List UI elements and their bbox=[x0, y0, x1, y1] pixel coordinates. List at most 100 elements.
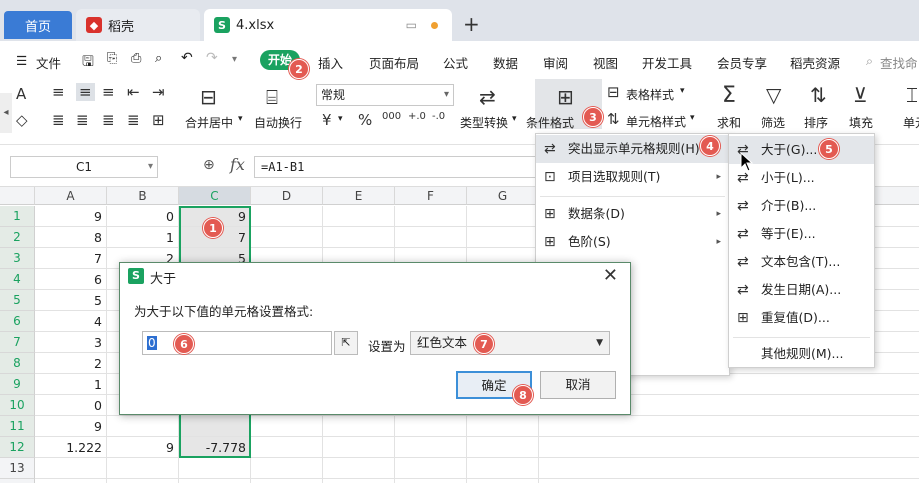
print-icon[interactable]: ⎙ bbox=[131, 51, 141, 66]
redo-icon[interactable]: ↷ bbox=[206, 50, 218, 66]
cell-b14[interactable] bbox=[107, 479, 179, 483]
row-header[interactable]: 11 bbox=[0, 416, 35, 437]
cell-a4[interactable]: 6 bbox=[35, 269, 107, 290]
row-header[interactable]: 5 bbox=[0, 290, 35, 311]
cell-f14[interactable] bbox=[395, 479, 467, 483]
merge-center-icon[interactable]: ⊟ bbox=[200, 85, 217, 109]
table-style-dropdown-icon[interactable]: ▾ bbox=[680, 86, 685, 96]
search-icon[interactable]: ⌕ bbox=[866, 53, 873, 69]
row-header[interactable]: 12 bbox=[0, 437, 35, 458]
cell-b1[interactable]: 0 bbox=[107, 206, 179, 227]
cell-d14[interactable] bbox=[251, 479, 323, 483]
save-icon[interactable]: 🖫 bbox=[82, 51, 94, 75]
menu-date-occurring[interactable]: ⇄ 发生日期(A)... bbox=[729, 276, 874, 304]
cell-f13[interactable] bbox=[395, 458, 467, 479]
sort-icon[interactable]: ⇅ bbox=[810, 83, 827, 107]
menu-top-rules[interactable]: ⊡ 项目选取规则(T) ▸ bbox=[536, 163, 729, 191]
justify-icon[interactable]: ≣ bbox=[127, 111, 140, 129]
cell-a6[interactable]: 4 bbox=[35, 311, 107, 332]
menu-member[interactable]: 会员专享 bbox=[717, 53, 767, 72]
currency-dropdown-icon[interactable]: ▾ bbox=[338, 114, 343, 124]
cell-c11[interactable] bbox=[179, 416, 251, 437]
cell-g11[interactable] bbox=[467, 416, 539, 437]
column-header-e[interactable]: E bbox=[323, 187, 395, 205]
column-header-a[interactable]: A bbox=[35, 187, 107, 205]
cell-a1[interactable]: 9 bbox=[35, 206, 107, 227]
row-header[interactable]: 9 bbox=[0, 374, 35, 395]
menu-text-contains[interactable]: ⇄ 文本包含(T)... bbox=[729, 248, 874, 276]
merge-center-button[interactable]: 合并居中 bbox=[185, 114, 233, 131]
cell-c12[interactable]: -7.778 bbox=[179, 437, 251, 458]
thousands-icon[interactable]: 000 bbox=[382, 111, 401, 122]
cell-g2[interactable] bbox=[467, 227, 539, 248]
single-cell-icon[interactable]: ⌶ bbox=[906, 83, 918, 107]
column-header-g[interactable]: G bbox=[467, 187, 539, 205]
menu-page-layout[interactable]: 页面布局 bbox=[369, 53, 419, 72]
merge-dropdown-icon[interactable]: ▾ bbox=[238, 114, 243, 124]
column-header-f[interactable]: F bbox=[395, 187, 467, 205]
cell-a7[interactable]: 3 bbox=[35, 332, 107, 353]
menu-data-bar[interactable]: ⊞ 数据条(D) ▸ bbox=[536, 200, 729, 228]
sort-button[interactable]: 排序 bbox=[804, 114, 828, 131]
align-center-icon[interactable]: ≣ bbox=[76, 111, 89, 129]
number-format-select[interactable]: 常规 bbox=[316, 84, 454, 106]
cell-a11[interactable]: 9 bbox=[35, 416, 107, 437]
row-header[interactable]: 3 bbox=[0, 248, 35, 269]
menu-data[interactable]: 数据 bbox=[493, 53, 518, 72]
single-cell-button[interactable]: 单元 bbox=[903, 114, 919, 131]
cell-g14[interactable] bbox=[467, 479, 539, 483]
row-header[interactable]: 7 bbox=[0, 332, 35, 353]
row-header[interactable]: 6 bbox=[0, 311, 35, 332]
cancel-button[interactable]: 取消 bbox=[540, 371, 616, 399]
name-box[interactable]: C1 bbox=[10, 156, 158, 178]
increase-decimal-icon[interactable]: +.0 bbox=[408, 111, 426, 122]
wrap-text-button[interactable]: 自动换行 bbox=[254, 114, 302, 131]
cell-a5[interactable]: 5 bbox=[35, 290, 107, 311]
indent-decrease-icon[interactable]: ⇤ bbox=[127, 83, 140, 101]
type-convert-icon[interactable]: ⇄ bbox=[479, 85, 496, 109]
cell-b11[interactable] bbox=[107, 416, 179, 437]
menu-insert[interactable]: 插入 bbox=[318, 53, 343, 72]
wrap-text-icon[interactable]: ⌸ bbox=[266, 85, 278, 109]
cell-f12[interactable] bbox=[395, 437, 467, 458]
filter-button[interactable]: 筛选 bbox=[761, 114, 785, 131]
undo-icon[interactable]: ↶ bbox=[181, 50, 193, 66]
cell-f1[interactable] bbox=[395, 206, 467, 227]
align-right-icon[interactable]: ≣ bbox=[102, 111, 115, 129]
menu-developer[interactable]: 开发工具 bbox=[642, 53, 692, 72]
tab-home[interactable]: 首页 bbox=[4, 11, 72, 39]
cell-e13[interactable] bbox=[323, 458, 395, 479]
distributed-icon[interactable]: ⊞ bbox=[152, 111, 165, 129]
type-convert-button[interactable]: 类型转换 bbox=[460, 114, 508, 131]
cell-b2[interactable]: 1 bbox=[107, 227, 179, 248]
align-middle-icon[interactable]: ≡ bbox=[76, 83, 95, 101]
cell-f11[interactable] bbox=[395, 416, 467, 437]
menu-between[interactable]: ⇄ 介于(B)... bbox=[729, 192, 874, 220]
align-left-icon[interactable]: ≣ bbox=[52, 111, 65, 129]
cell-style-button[interactable]: 单元格样式 bbox=[626, 113, 686, 130]
tab-daoke[interactable]: ◆ 稻壳 bbox=[76, 9, 200, 41]
zoom-icon[interactable]: ⊕ bbox=[203, 157, 215, 173]
menu-formula[interactable]: 公式 bbox=[443, 53, 468, 72]
indent-increase-icon[interactable]: ⇥ bbox=[152, 83, 165, 101]
cell-g13[interactable] bbox=[467, 458, 539, 479]
cell-d2[interactable] bbox=[251, 227, 323, 248]
currency-icon[interactable]: ¥ bbox=[322, 111, 332, 129]
cell-a13[interactable] bbox=[35, 458, 107, 479]
tab-file[interactable]: S 4.xlsx ▭ bbox=[204, 9, 452, 41]
menu-daoke-resources[interactable]: 稻壳资源 bbox=[790, 53, 840, 72]
menu-duplicate-values[interactable]: ⊞ 重复值(D)... bbox=[729, 304, 874, 332]
fx-icon[interactable]: fx bbox=[230, 155, 245, 174]
menu-equal-to[interactable]: ⇄ 等于(E)... bbox=[729, 220, 874, 248]
sum-button[interactable]: 求和 bbox=[717, 114, 741, 131]
cell-a3[interactable]: 7 bbox=[35, 248, 107, 269]
sum-icon[interactable]: Σ bbox=[722, 83, 736, 108]
cell-g12[interactable] bbox=[467, 437, 539, 458]
cell-d11[interactable] bbox=[251, 416, 323, 437]
select-all-corner[interactable] bbox=[0, 187, 35, 205]
type-convert-dropdown-icon[interactable]: ▾ bbox=[512, 114, 517, 124]
cell-style-icon[interactable]: ⇅ bbox=[607, 110, 620, 128]
cell-a14[interactable] bbox=[35, 479, 107, 483]
filter-icon[interactable]: ▽ bbox=[766, 83, 781, 107]
cell-d13[interactable] bbox=[251, 458, 323, 479]
